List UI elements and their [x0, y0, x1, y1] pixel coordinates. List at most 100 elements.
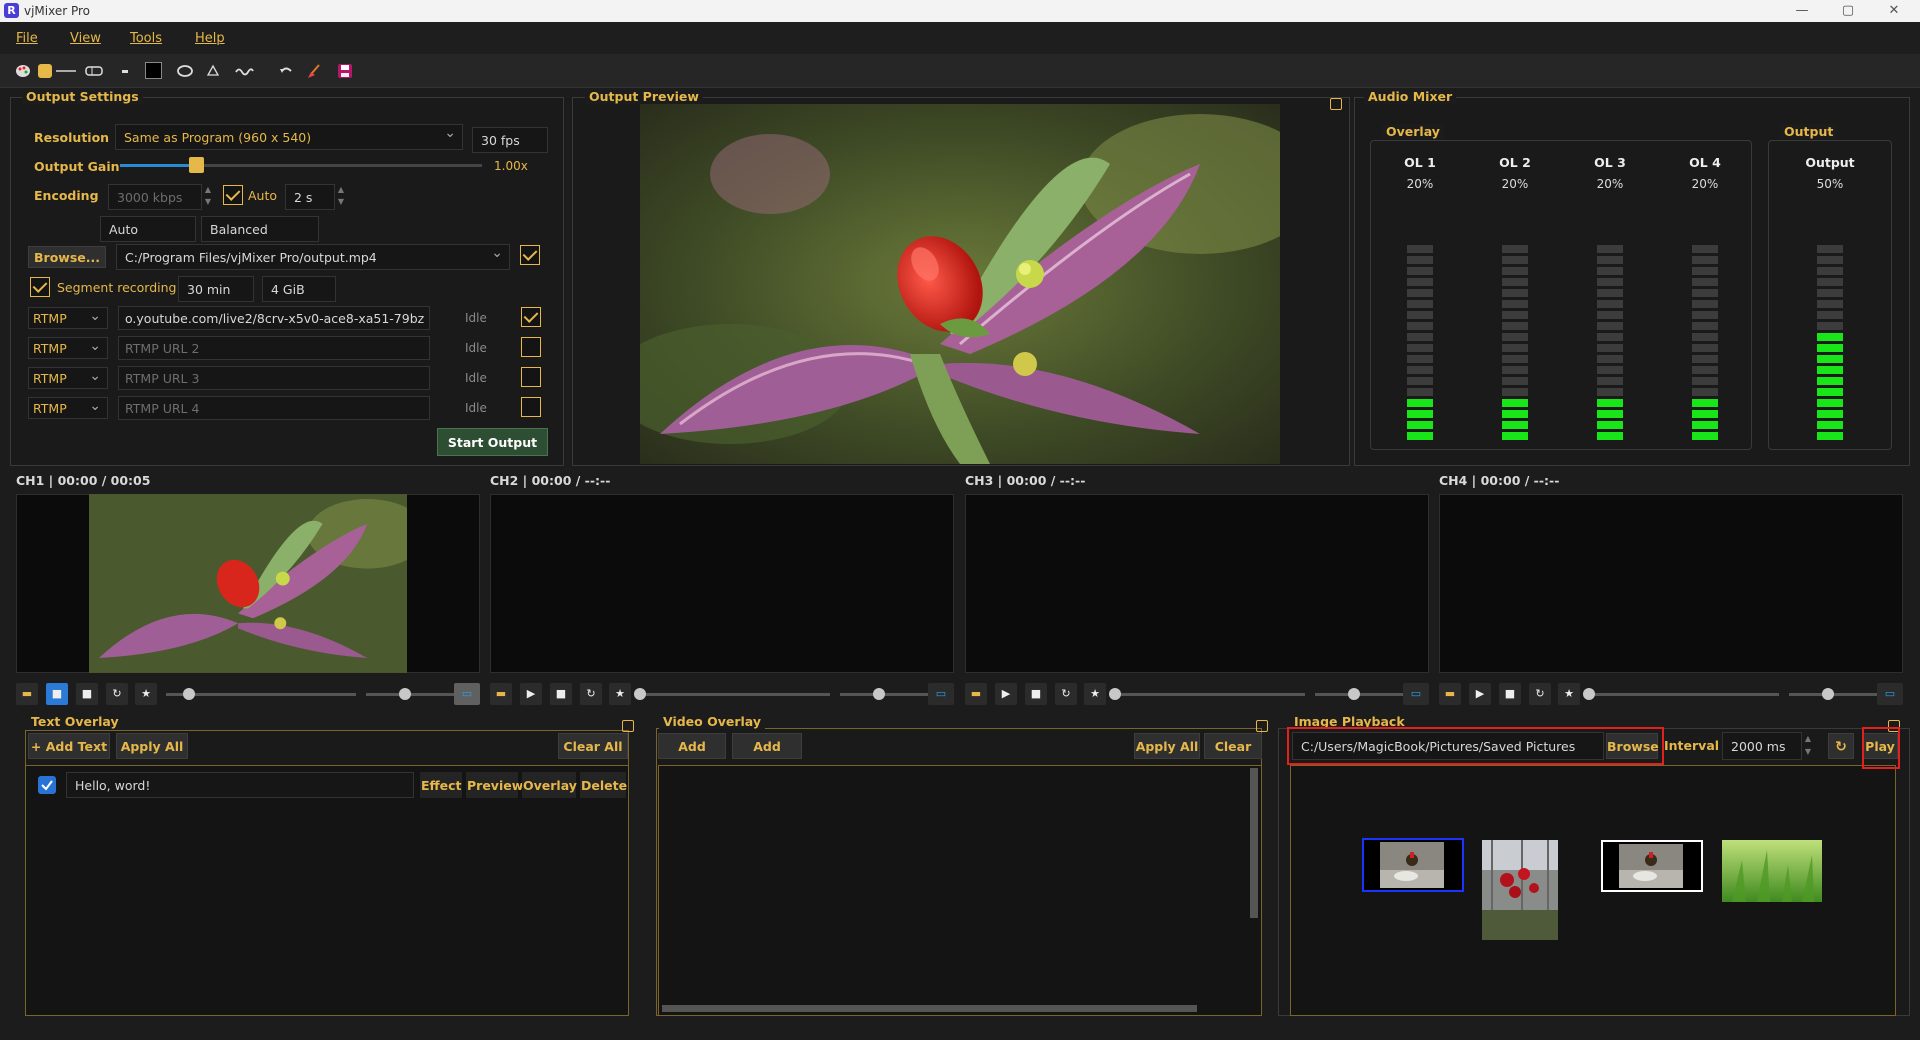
keyframe-spinner[interactable]: ▲ ▼	[335, 184, 347, 210]
rooster-thumbnail-2[interactable]	[1601, 840, 1703, 892]
text-overlay-button[interactable]: Overlay	[522, 772, 577, 798]
segment-time-field[interactable]: 30 min	[178, 276, 254, 302]
encoder-field[interactable]: Auto	[100, 216, 196, 242]
channel-volume-slider[interactable]	[840, 693, 936, 696]
favorite-star-icon[interactable]: ★	[1084, 683, 1106, 705]
send-to-output-icon[interactable]: ▭	[928, 683, 954, 705]
palette-icon[interactable]	[14, 63, 32, 79]
channel-seek-slider[interactable]	[1115, 693, 1305, 696]
menu-file[interactable]: File	[16, 31, 38, 46]
rtmp-url-field[interactable]: o.youtube.com/live2/8crv-x5v0-ace8-xa51-…	[118, 306, 430, 330]
close-button[interactable]: ✕	[1882, 2, 1906, 20]
channel-seek-slider[interactable]	[1589, 693, 1779, 696]
text-effect-button[interactable]: Effect	[420, 772, 462, 798]
browse-output-button[interactable]: Browse...	[28, 246, 106, 268]
interval-field[interactable]: 2000 ms	[1722, 732, 1802, 760]
menu-view[interactable]: View	[70, 31, 101, 46]
rtmp-protocol-dropdown[interactable]: RTMP	[28, 397, 108, 419]
favorite-star-icon[interactable]: ★	[609, 683, 631, 705]
float-window-icon[interactable]	[1330, 98, 1342, 110]
apply-all-text-button[interactable]: Apply All	[116, 733, 188, 759]
play-icon[interactable]: ▶	[520, 683, 542, 705]
rtmp-url-field[interactable]: RTMP URL 2	[118, 336, 430, 360]
open-folder-icon[interactable]: ▬	[490, 683, 512, 705]
channel-volume-slider[interactable]	[1315, 693, 1411, 696]
channel-seek-handle[interactable]	[634, 688, 646, 700]
send-to-output-icon[interactable]: ▭	[1877, 683, 1903, 705]
output-path-field[interactable]: C:/Program Files/vjMixer Pro/output.mp4	[116, 244, 510, 270]
apply-all-video-button[interactable]: Apply All	[1134, 733, 1200, 759]
stop-icon[interactable]: ■	[550, 683, 572, 705]
channel-seek-handle[interactable]	[1583, 688, 1595, 700]
video-overlay-vscroll[interactable]	[1250, 768, 1258, 918]
text-delete-button[interactable]: Delete	[580, 772, 627, 798]
record-checkbox[interactable]	[520, 245, 540, 265]
output-gain-handle[interactable]	[189, 157, 205, 173]
channel-volume-slider[interactable]	[1789, 693, 1885, 696]
clear-all-video-button[interactable]: Clear All	[1204, 733, 1262, 780]
rtmp-enable-checkbox[interactable]	[521, 397, 541, 417]
channel-seek-slider[interactable]	[640, 693, 830, 696]
add-image-button[interactable]: Add Image	[732, 733, 802, 780]
rectangle-icon[interactable]	[145, 62, 162, 79]
bitrate-field[interactable]: 3000 kbps	[108, 184, 202, 210]
add-text-button[interactable]: + Add Text	[28, 733, 110, 759]
save-icon[interactable]	[336, 63, 354, 79]
stop-icon[interactable]: ■	[1499, 683, 1521, 705]
interval-spinner[interactable]: ▲ ▼	[1802, 732, 1814, 760]
video-overlay-float-icon[interactable]	[1256, 720, 1268, 732]
text-item-checkbox[interactable]	[38, 776, 56, 794]
channel-volume-handle[interactable]	[873, 688, 886, 700]
color-swatch-icon[interactable]	[38, 64, 52, 78]
loop-icon[interactable]: ↻	[1529, 683, 1551, 705]
text-preview-button[interactable]: Preview	[466, 772, 523, 798]
keyframe-field[interactable]: 2 s	[285, 184, 335, 210]
resolution-dropdown[interactable]: Same as Program (960 x 540)	[115, 124, 463, 150]
channel-volume-handle[interactable]	[399, 688, 412, 700]
rtmp-url-field[interactable]: RTMP URL 3	[118, 366, 430, 390]
eraser-icon[interactable]	[84, 63, 104, 79]
open-folder-icon[interactable]: ▬	[1439, 683, 1461, 705]
line-icon[interactable]	[122, 70, 128, 73]
channel-volume-slider[interactable]	[366, 693, 462, 696]
minimize-button[interactable]: —	[1790, 2, 1814, 20]
open-folder-icon[interactable]: ▬	[965, 683, 987, 705]
channel-volume-handle[interactable]	[1822, 688, 1835, 700]
rtmp-protocol-dropdown[interactable]: RTMP	[28, 367, 108, 389]
menu-tools[interactable]: Tools	[130, 31, 162, 46]
pause-icon[interactable]: ■	[46, 683, 68, 705]
rtmp-url-field[interactable]: RTMP URL 4	[118, 396, 430, 420]
play-icon[interactable]: ▶	[995, 683, 1017, 705]
channel-volume-handle[interactable]	[1348, 688, 1361, 700]
rtmp-enable-checkbox[interactable]	[521, 367, 541, 387]
favorite-star-icon[interactable]: ★	[1558, 683, 1580, 705]
bitrate-spinner[interactable]: ▲ ▼	[202, 184, 214, 210]
wave-icon[interactable]	[234, 63, 254, 79]
text-item-field[interactable]: Hello, word!	[66, 772, 414, 798]
send-to-output-icon[interactable]: ▭	[454, 683, 480, 705]
auto-bitrate-checkbox[interactable]	[223, 185, 243, 205]
red-roses-thumbnail[interactable]	[1482, 840, 1558, 940]
loop-icon[interactable]: ↻	[106, 683, 128, 705]
brush-size-slider[interactable]	[56, 70, 76, 72]
rtmp-enable-checkbox[interactable]	[521, 307, 541, 327]
segment-recording-checkbox[interactable]	[30, 277, 50, 297]
ellipse-icon[interactable]	[176, 63, 194, 79]
channel-seek-handle[interactable]	[1109, 688, 1121, 700]
fps-field[interactable]: 30 fps	[472, 127, 548, 153]
loop-icon[interactable]: ↻	[580, 683, 602, 705]
rtmp-protocol-dropdown[interactable]: RTMP	[28, 337, 108, 359]
segment-size-field[interactable]: 4 GiB	[262, 276, 336, 302]
rooster-thumbnail[interactable]	[1362, 838, 1464, 892]
play-icon[interactable]: ▶	[1469, 683, 1491, 705]
clear-all-text-button[interactable]: Clear All	[558, 733, 628, 759]
favorite-star-icon[interactable]: ★	[135, 683, 157, 705]
triangle-icon[interactable]	[206, 63, 220, 79]
add-video-button[interactable]: Add Video	[658, 733, 726, 780]
maximize-button[interactable]: ▢	[1836, 2, 1860, 20]
undo-icon[interactable]	[278, 63, 294, 79]
grass-thumbnail[interactable]	[1722, 840, 1822, 902]
text-overlay-float-icon[interactable]	[622, 720, 634, 732]
stop-icon[interactable]: ■	[1025, 683, 1047, 705]
loop-icon[interactable]: ↻	[1055, 683, 1077, 705]
